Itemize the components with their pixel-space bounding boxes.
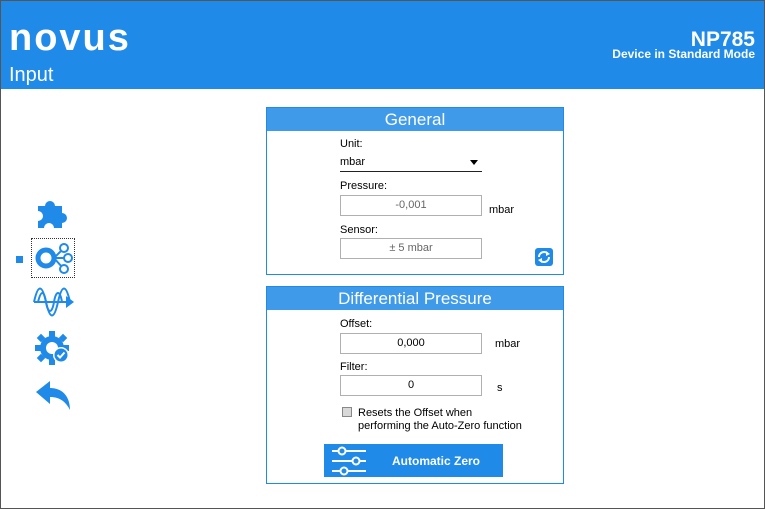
reset-offset-label: Resets the Offset when performing the Au… [358,407,522,432]
novus-logo: novus [9,17,131,59]
reset-offset-checkbox[interactable] [342,407,352,417]
unit-label: Unit: [340,138,363,150]
device-mode: Device in Standard Mode [612,47,755,61]
gear-check-icon[interactable] [32,330,76,366]
unit-select[interactable]: mbar [340,152,482,172]
filter-label: Filter: [340,361,368,373]
general-panel-title: General [267,108,563,131]
automatic-zero-label: Automatic Zero [392,454,481,468]
offset-label: Offset: [340,318,373,330]
automatic-zero-button[interactable]: Automatic Zero [324,444,503,477]
differential-panel-title: Differential Pressure [267,287,563,310]
page-title: Input [9,64,54,86]
selected-indicator [16,256,23,263]
refresh-icon [538,251,550,263]
pressure-label: Pressure: [340,180,388,192]
refresh-button[interactable] [535,248,553,266]
pressure-field: -0,001 [340,195,482,216]
sensor-label: Sensor: [340,224,378,236]
puzzle-icon[interactable] [32,192,76,228]
input-network-icon[interactable] [32,240,76,276]
offset-input[interactable]: 0,000 [340,333,482,354]
filter-unit: s [497,382,503,394]
signal-wave-icon[interactable] [32,284,76,320]
app-header: novus Input NP785 Device in Standard Mod… [1,1,764,89]
filter-input[interactable]: 0 [340,375,482,396]
sensor-field: ± 5 mbar [340,238,482,259]
offset-unit: mbar [495,338,521,350]
back-arrow-icon[interactable] [32,378,76,414]
chevron-down-icon [470,160,478,165]
sliders-icon [332,446,366,476]
pressure-unit: mbar [489,204,515,216]
unit-select-value: mbar [340,156,366,168]
